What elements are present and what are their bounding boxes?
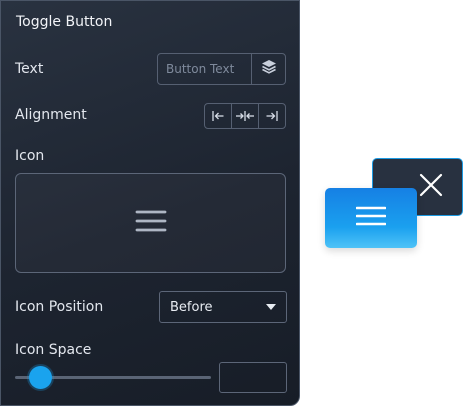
icon-position-select[interactable]: Before	[159, 291, 287, 323]
align-center-button[interactable]	[232, 104, 259, 128]
align-left-button[interactable]	[205, 104, 232, 128]
layers-icon	[260, 58, 278, 80]
hamburger-menu-icon	[355, 205, 387, 231]
alignment-button-group	[204, 103, 286, 129]
align-right-icon	[265, 107, 279, 126]
icon-space-label: Icon Space	[15, 342, 92, 358]
icon-position-label: Icon Position	[15, 299, 104, 315]
icon-space-slider[interactable]	[15, 366, 211, 389]
panel-title: Toggle Button	[16, 14, 113, 30]
icon-label: Icon	[15, 148, 45, 164]
align-left-icon	[211, 107, 225, 126]
text-label: Text	[15, 61, 44, 77]
chevron-down-icon	[266, 304, 276, 310]
dynamic-tags-button[interactable]	[251, 54, 285, 84]
slider-handle[interactable]	[28, 366, 52, 389]
toggle-button-settings-panel: Toggle Button Text Alignment	[0, 0, 300, 406]
text-input-group	[157, 53, 286, 85]
toggle-preview-menu-button[interactable]	[325, 188, 417, 248]
stage: Toggle Button Text Alignment	[0, 0, 474, 406]
icon-picker[interactable]	[15, 173, 286, 273]
alignment-label: Alignment	[15, 107, 87, 123]
close-icon	[418, 172, 444, 202]
button-text-input[interactable]	[158, 54, 251, 84]
hamburger-menu-icon	[135, 208, 167, 238]
align-center-icon	[235, 107, 255, 126]
align-right-button[interactable]	[259, 104, 285, 128]
icon-space-input[interactable]	[219, 362, 287, 393]
icon-position-value: Before	[170, 299, 213, 315]
